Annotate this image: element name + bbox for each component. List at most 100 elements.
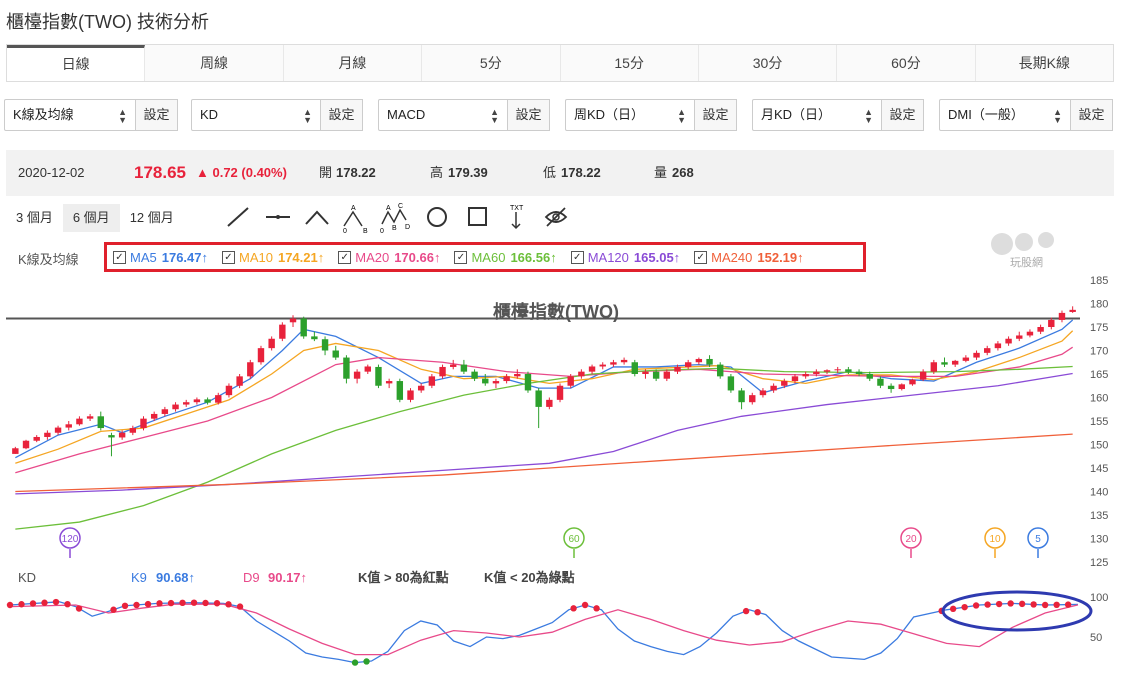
ma-value: 165.05↑ — [633, 249, 681, 265]
rectangle-tool-icon[interactable] — [468, 207, 487, 226]
indicator-select-3[interactable]: 周KD（日） ▲ ▼ — [565, 99, 695, 131]
settings-button-2[interactable]: 設定 — [508, 99, 550, 131]
candle — [994, 341, 1002, 351]
candle-body — [1048, 319, 1055, 327]
candle-body — [599, 364, 606, 367]
kd-red-dot — [995, 600, 1003, 608]
k-name: K9 — [131, 570, 147, 585]
settings-button-5[interactable]: 設定 — [1071, 99, 1113, 131]
checkbox-checked-icon[interactable]: ✓ — [113, 250, 126, 264]
checkbox-checked-icon[interactable]: ✓ — [694, 250, 708, 264]
range-button-1[interactable]: 6 個月 — [62, 204, 120, 232]
indicator-select-2[interactable]: MACD ▲ ▼ — [378, 99, 508, 131]
line-tool-icon[interactable] — [227, 207, 249, 227]
select-updown-icon: ▲ ▼ — [1053, 107, 1062, 125]
candle — [33, 435, 40, 443]
candle — [86, 413, 94, 421]
indicator-select-5[interactable]: DMI（一般） ▲ ▼ — [939, 99, 1071, 131]
candle-body — [129, 428, 137, 433]
indicator-select-group-4: 月KD（日） ▲ ▼ 設定 — [752, 99, 924, 131]
candle — [535, 388, 542, 429]
checkbox-checked-icon[interactable]: ✓ — [570, 250, 584, 264]
checkbox-checked-icon[interactable]: ✓ — [222, 250, 235, 264]
ma-legend-item-ma20[interactable]: ✓ MA20 170.66↑ — [338, 250, 448, 265]
kd-red-dot — [18, 601, 25, 608]
period-markers: 120 60 20 10 5 — [59, 527, 1049, 558]
candle — [183, 399, 190, 407]
candle-body — [482, 378, 489, 384]
checkbox-checked-icon[interactable]: ✓ — [454, 250, 468, 264]
abcd-label-zero: 0 — [380, 228, 384, 234]
y-tick-label: 180 — [1090, 299, 1108, 311]
indicator-select-value: MACD — [387, 107, 426, 122]
candle-body — [887, 385, 895, 390]
ma-legend-item-ma10[interactable]: ✓ MA10 174.21↑ — [222, 250, 332, 265]
tab-0[interactable]: 日線 — [7, 45, 146, 81]
y-tick-label: 125 — [1090, 557, 1108, 569]
kd-red-dot — [121, 602, 129, 609]
candle — [717, 362, 724, 379]
abc-pattern-icon[interactable]: A 0 B — [343, 205, 368, 234]
quote-info-bar: 2020-12-02 178.65 ▲ 0.72 (0.40%) 開 178.2… — [6, 150, 1114, 196]
ma-name: MA20 — [355, 249, 390, 265]
candle — [984, 345, 991, 356]
tab-1[interactable]: 周線 — [145, 45, 284, 81]
candle-body — [546, 399, 553, 407]
ma-line-ma240 — [15, 433, 1073, 493]
indicator-select-group-0: K線及均線 ▲ ▼ 設定 — [4, 99, 178, 131]
abc-label-a: A — [351, 205, 356, 212]
abcd-pattern-icon[interactable]: A C 0 B D — [380, 203, 410, 234]
candle — [695, 357, 703, 365]
indicator-select-group-1: KD ▲ ▼ 設定 — [191, 99, 363, 131]
ma-line-ma10 — [15, 330, 1074, 464]
ma-legend-item-ma120[interactable]: ✓ MA120 165.05↑ — [570, 249, 688, 265]
text-tool-icon[interactable]: TXT — [510, 205, 524, 230]
ma-legend-item-ma5[interactable]: ✓ MA5 176.47↑ — [113, 250, 216, 265]
candle-body — [204, 399, 211, 403]
marker-label: 5 — [1035, 534, 1041, 545]
candle-body — [1069, 309, 1076, 312]
candle — [738, 388, 745, 410]
candle-body — [396, 381, 404, 400]
circle-tool-icon[interactable] — [427, 207, 447, 227]
marker-label: 60 — [568, 534, 580, 545]
checkbox-checked-icon[interactable]: ✓ — [338, 250, 352, 264]
tab-3[interactable]: 5分 — [422, 45, 561, 81]
y-tick-label: 165 — [1090, 369, 1108, 381]
kd-red-dot — [190, 599, 198, 606]
range-button-2[interactable]: 12 個月 — [120, 204, 184, 232]
tab-5[interactable]: 30分 — [698, 45, 838, 81]
candle — [279, 322, 286, 342]
price-chart[interactable]: 125130135140145150155160165170175180185 … — [0, 272, 1126, 672]
ma-legend-item-ma60[interactable]: ✓ MA60 166.56↑ — [454, 250, 564, 265]
indicator-select-0[interactable]: K線及均線 ▲ ▼ — [4, 99, 136, 131]
settings-button-3[interactable]: 設定 — [695, 99, 737, 131]
tab-6[interactable]: 60分 — [837, 45, 976, 81]
candle — [941, 357, 948, 367]
ma-line-ma60 — [15, 365, 1073, 530]
candle — [1005, 336, 1012, 346]
settings-button-0[interactable]: 設定 — [136, 99, 178, 131]
angle-line-icon[interactable] — [305, 210, 329, 225]
tab-7[interactable]: 長期K線 — [975, 45, 1113, 81]
candle-body — [813, 371, 820, 374]
indicator-select-4[interactable]: 月KD（日） ▲ ▼ — [752, 99, 882, 131]
tab-2[interactable]: 月線 — [283, 45, 423, 81]
candle — [749, 392, 756, 405]
candle-body — [567, 376, 574, 386]
range-button-0[interactable]: 3 個月 — [6, 204, 63, 232]
marker-label: 120 — [62, 534, 79, 545]
settings-button-4[interactable]: 設定 — [882, 99, 924, 131]
ma-legend-item-ma240[interactable]: ✓ MA240 152.19↑ — [694, 250, 811, 265]
indicator-select-1[interactable]: KD ▲ ▼ — [191, 99, 321, 131]
open-value: 178.22 — [336, 165, 376, 180]
hide-eye-icon[interactable] — [544, 207, 568, 227]
period-marker-120: 120 — [59, 527, 81, 558]
y-tick-label: 175 — [1090, 322, 1108, 334]
tab-4[interactable]: 15分 — [560, 45, 699, 81]
candle-body — [994, 343, 1002, 349]
horizontal-line-icon[interactable] — [266, 215, 290, 219]
candle — [919, 369, 927, 382]
candle — [172, 402, 179, 412]
settings-button-1[interactable]: 設定 — [321, 99, 363, 131]
